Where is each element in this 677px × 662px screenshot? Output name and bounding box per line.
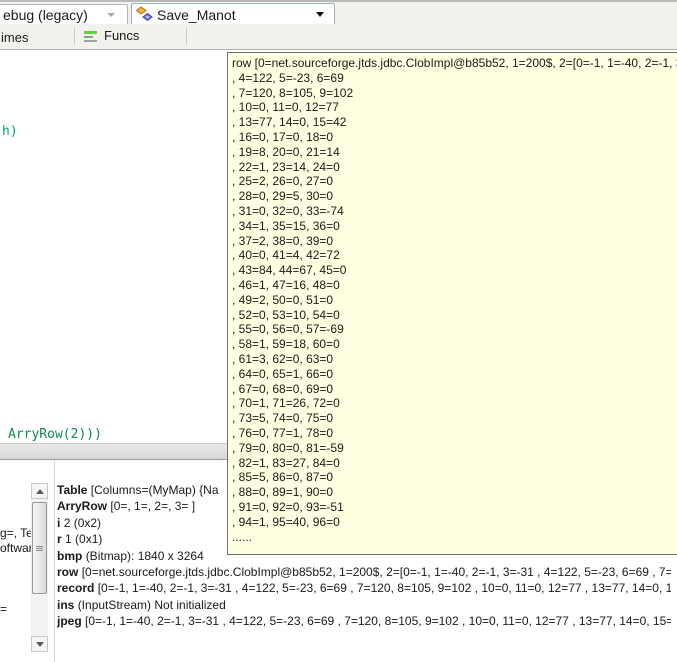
variable-name: Table — [57, 483, 88, 497]
variable-value: [0=net.sourceforge.jtds.jdbc.ClobImpl@b8… — [81, 564, 671, 579]
tooltip-line: , 4=122, 5=-23, 6=69 — [232, 70, 344, 85]
variable-value: [0=, 1=, 2=, 3= ] — [110, 499, 196, 514]
variable-row[interactable]: ins (InputStream) Not initialized — [57, 597, 671, 613]
main-toolbar: ebug (legacy) Save_Manot — [0, 0, 677, 26]
tooltip-line: , 64=0, 65=1, 66=0 — [232, 366, 334, 381]
tooltip-line: , 40=0, 41=4, 42=72 — [232, 248, 340, 263]
tooltip-line: , 52=0, 53=10, 54=0 — [232, 307, 340, 322]
tooltip-line: , 7=120, 8=105, 9=102 — [232, 85, 354, 100]
variable-value: [0=-1, 1=-40, 2=-1, 3=-31 , 4=122, 5=-23… — [85, 614, 671, 629]
tooltip-line: , 43=84, 44=67, 45=0 — [232, 263, 347, 278]
tooltip-line: , 34=1, 35=15, 36=0 — [232, 218, 340, 233]
tab-times[interactable]: imes — [1, 30, 28, 45]
scroll-down-icon — [35, 641, 44, 647]
list-bars-icon — [84, 30, 99, 42]
tooltip-line: row [0=net.sourceforge.jtds.jdbc.ClobImp… — [232, 56, 677, 70]
scroll-up-icon — [35, 488, 44, 494]
chevron-down-icon[interactable] — [107, 13, 115, 17]
variable-name: jpeg — [57, 614, 82, 629]
variable-name: ArryRow — [57, 499, 108, 514]
tooltip-line: , 76=0, 77=1, 78=0 — [232, 425, 334, 440]
variable-name: bmp — [57, 548, 83, 563]
tooltip-line: , 28=0, 29=5, 30=0 — [232, 189, 334, 204]
tab-funcs-label: Funcs — [104, 28, 140, 43]
pane-divider[interactable] — [54, 460, 55, 662]
tooltip-line: , 67=0, 68=0, 69=0 — [232, 381, 334, 396]
variable-value: [Columns=(MyMap) {Na — [90, 483, 219, 497]
variable-row[interactable]: record [0=-1, 1=-40, 2=-1, 3=-31 , 4=122… — [57, 580, 671, 596]
tooltip-line: , 46=1, 47=16, 48=0 — [232, 277, 340, 292]
tooltip-line: , 10=0, 11=0, 12=77 — [232, 100, 339, 115]
macro-combobox[interactable]: Save_Manot — [131, 3, 335, 26]
tooltip-line: , 82=1, 83=27, 84=0 — [232, 455, 340, 470]
tooltip-line: , 79=0, 80=0, 81=-59 — [232, 440, 344, 455]
tooltip-line: , 70=1, 71=26, 72=0 — [232, 396, 340, 411]
variable-row[interactable]: row [0=net.sourceforge.jtds.jdbc.ClobImp… — [57, 564, 671, 580]
watch-fragment: = — [0, 602, 8, 616]
variable-value: (InputStream) Not initialized — [77, 597, 226, 612]
tooltip-line: , 61=3, 62=0, 63=0 — [232, 351, 334, 366]
watch-fragment: g=, Te — [0, 526, 33, 540]
tooltip-line: , 55=0, 56=0, 57=-69 — [232, 322, 344, 337]
debug-config-value: ebug (legacy) — [3, 6, 88, 23]
macro-combobox-value: Save_Manot — [157, 6, 236, 23]
tooltip-line: , 16=0, 17=0, 18=0 — [232, 129, 334, 144]
tooltip-line: , 91=0, 92=0, 93=-51 — [232, 499, 344, 514]
variable-name: row — [57, 564, 79, 579]
code-fragment-bottom: ArryRow(2))) — [8, 427, 102, 442]
debug-value-tooltip: row [0=net.sourceforge.jtds.jdbc.ClobImp… — [227, 52, 677, 555]
tooltip-line: ...... — [232, 529, 253, 544]
tooltip-line: , 25=2, 26=0, 27=0 — [232, 174, 334, 189]
tooltip-line: , 37=2, 38=0, 39=0 — [232, 233, 334, 248]
variable-row[interactable]: jpeg [0=-1, 1=-40, 2=-1, 3=-31 , 4=122, … — [57, 613, 671, 629]
variable-value: (Bitmap): 1840 x 3264 — [85, 548, 204, 563]
variable-name: record — [57, 581, 95, 596]
diamond-macro-icon — [136, 6, 153, 22]
tooltip-line: , 94=1, 95=40, 96=0 — [232, 514, 340, 529]
ide-window: ebug (legacy) Save_Manot imes Funcs h) A… — [0, 0, 677, 662]
tooltip-line: , 31=0, 32=0, 33=-74 — [232, 203, 344, 218]
scrollbar-thumb[interactable] — [32, 502, 47, 594]
tooltip-line: , 88=0, 89=1, 90=0 — [232, 485, 334, 500]
variable-value: 2 (0x2) — [63, 515, 102, 530]
tooltip-line: , 73=5, 74=0, 75=0 — [232, 411, 334, 426]
variable-name: i — [57, 515, 61, 530]
panel-tabbar: imes Funcs — [0, 24, 677, 50]
tooltip-line: , 58=1, 59=18, 60=0 — [232, 337, 340, 352]
variable-name: r — [57, 532, 62, 547]
tab-funcs[interactable]: Funcs — [84, 28, 139, 43]
code-fragment-top: h) — [2, 124, 18, 139]
tooltip-line: , 22=1, 23=14, 24=0 — [232, 159, 340, 174]
scroll-up-button[interactable] — [31, 483, 48, 499]
tab-separator — [186, 28, 187, 45]
vertical-scrollbar[interactable] — [31, 483, 48, 652]
tooltip-line: , 85=5, 86=0, 87=0 — [232, 470, 334, 485]
tooltip-line: , 19=8, 20=0, 21=14 — [232, 144, 340, 159]
debug-config-combobox[interactable]: ebug (legacy) — [0, 4, 128, 25]
scroll-down-button[interactable] — [31, 636, 48, 652]
tab-separator — [74, 28, 75, 45]
variable-value: [0=-1, 1=-40, 2=-1, 3=-31 , 4=122, 5=-23… — [97, 581, 671, 596]
variable-name: ins — [57, 597, 75, 612]
variable-value: 1 (0x1) — [65, 532, 103, 547]
tooltip-line: , 13=77, 14=0, 15=42 — [232, 115, 347, 130]
chevron-down-icon[interactable] — [316, 12, 324, 17]
thumb-grip-icon — [36, 546, 43, 552]
tooltip-line: , 49=2, 50=0, 51=0 — [232, 292, 334, 307]
